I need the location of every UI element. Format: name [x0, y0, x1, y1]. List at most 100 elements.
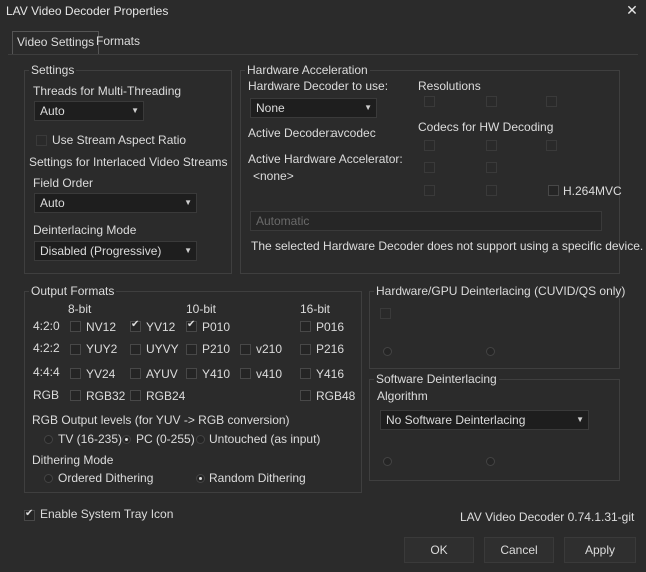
nv12-label: NV12 — [86, 320, 117, 334]
dither-label: Dithering Mode — [32, 453, 114, 467]
rgb32-label: RGB32 — [86, 389, 126, 403]
resolutions-label: Resolutions — [418, 79, 481, 93]
threads-value: Auto — [40, 104, 65, 118]
hw-deint-checkbox[interactable] — [380, 308, 391, 319]
hw-deint-radio[interactable] — [486, 347, 495, 356]
hw-deint-radio[interactable] — [383, 347, 392, 356]
yuy2-label: YUY2 — [86, 342, 118, 356]
col-16bit: 16-bit — [300, 302, 331, 316]
p016-checkbox[interactable] — [300, 321, 311, 332]
untouched-radio[interactable] — [196, 435, 205, 444]
untouched-label: Untouched (as input) — [209, 432, 321, 446]
rgb48-checkbox[interactable] — [300, 390, 311, 401]
y416-label: Y416 — [316, 367, 345, 381]
ayuv-checkbox[interactable] — [130, 368, 141, 379]
interlaced-title: Settings for Interlaced Video Streams — [29, 155, 228, 169]
p010-label: P010 — [202, 320, 231, 334]
h264mvc-label: H.264MVC — [563, 184, 622, 198]
tv-range-radio[interactable] — [44, 435, 53, 444]
hw-deint-title: Hardware/GPU Deinterlacing (CUVID/QS onl… — [374, 284, 628, 298]
nv12-checkbox[interactable] — [70, 321, 81, 332]
codec-checkbox[interactable] — [486, 162, 497, 173]
codec-checkbox[interactable] — [424, 140, 435, 151]
deint-mode-label: Deinterlacing Mode — [33, 223, 137, 237]
chevron-down-icon: ▼ — [576, 415, 584, 424]
sw-algorithm-combo[interactable]: No Software Deinterlacing ▼ — [380, 410, 589, 430]
rgb24-checkbox[interactable] — [130, 390, 141, 401]
codec-checkbox[interactable] — [424, 185, 435, 196]
v210-checkbox[interactable] — [240, 344, 251, 355]
ordered-dither-label: Ordered Dithering — [58, 471, 154, 485]
ayuv-label: AYUV — [146, 367, 178, 381]
p210-label: P210 — [202, 342, 231, 356]
tab-formats[interactable]: Formats — [92, 31, 144, 53]
yuy2-checkbox[interactable] — [70, 344, 81, 355]
tab-video-settings[interactable]: Video Settings — [12, 31, 100, 55]
stream-aspect-checkbox[interactable] — [36, 135, 47, 146]
random-dither-radio[interactable] — [196, 474, 205, 483]
resolution-checkbox[interactable] — [486, 96, 497, 107]
codec-checkbox[interactable] — [486, 185, 497, 196]
row-444: 4:4:4 — [33, 365, 60, 379]
sw-algorithm-value: No Software Deinterlacing — [386, 413, 526, 427]
p210-checkbox[interactable] — [186, 344, 197, 355]
active-accel-label: Active Hardware Accelerator: — [248, 152, 403, 166]
pc-range-radio[interactable] — [122, 435, 131, 444]
active-decoder-value: avcodec — [331, 126, 376, 140]
hw-decoder-combo[interactable]: None ▼ — [250, 98, 377, 118]
hw-deint-group — [369, 291, 620, 369]
uyvy-checkbox[interactable] — [130, 344, 141, 355]
ordered-dither-radio[interactable] — [44, 474, 53, 483]
p010-checkbox[interactable] — [186, 319, 197, 332]
codec-checkbox[interactable] — [424, 162, 435, 173]
threads-label: Threads for Multi-Threading — [33, 84, 182, 98]
yv24-checkbox[interactable] — [70, 368, 81, 379]
uyvy-label: UYVY — [146, 342, 179, 356]
chevron-down-icon: ▼ — [364, 103, 372, 112]
yv12-checkbox[interactable] — [130, 319, 141, 332]
v410-label: v410 — [256, 367, 283, 381]
active-accel-value: <none> — [253, 169, 294, 183]
hw-device-combo[interactable]: Automatic — [250, 211, 602, 231]
pc-range-label: PC (0-255) — [136, 432, 195, 446]
h264mvc-checkbox[interactable] — [548, 185, 559, 196]
hwaccel-title: Hardware Acceleration — [245, 63, 370, 77]
rgb32-checkbox[interactable] — [70, 390, 81, 401]
rgb48-label: RGB48 — [316, 389, 356, 403]
sw-deint-title: Software Deinterlacing — [374, 372, 499, 386]
codec-checkbox[interactable] — [546, 140, 557, 151]
tray-icon-label: Enable System Tray Icon — [40, 507, 174, 521]
active-decoder-label: Active Decoder: — [248, 126, 333, 140]
levels-label: RGB Output levels (for YUV -> RGB conver… — [32, 413, 290, 427]
sw-deint-radio[interactable] — [486, 457, 495, 466]
v410-checkbox[interactable] — [240, 368, 251, 379]
deint-mode-value: Disabled (Progressive) — [40, 244, 162, 258]
sw-deint-radio[interactable] — [383, 457, 392, 466]
deint-mode-combo[interactable]: Disabled (Progressive) ▼ — [34, 241, 197, 261]
p216-checkbox[interactable] — [300, 344, 311, 355]
field-order-value: Auto — [40, 196, 65, 210]
stream-aspect-label: Use Stream Aspect Ratio — [52, 133, 187, 147]
window-title: LAV Video Decoder Properties — [6, 4, 169, 18]
y410-label: Y410 — [202, 367, 231, 381]
y416-checkbox[interactable] — [300, 368, 311, 379]
close-icon[interactable]: ✕ — [624, 2, 640, 18]
threads-combo[interactable]: Auto ▼ — [34, 101, 144, 121]
resolution-checkbox[interactable] — [546, 96, 557, 107]
chevron-down-icon: ▼ — [131, 106, 139, 115]
sw-algorithm-label: Algorithm — [377, 389, 428, 403]
settings-title: Settings — [29, 63, 77, 77]
tray-icon-checkbox[interactable] — [24, 508, 35, 521]
resolution-checkbox[interactable] — [424, 96, 435, 107]
y410-checkbox[interactable] — [186, 368, 197, 379]
row-420: 4:2:0 — [33, 319, 60, 333]
row-rgb: RGB — [33, 388, 60, 402]
codec-checkbox[interactable] — [486, 140, 497, 151]
chevron-down-icon: ▼ — [184, 246, 192, 255]
hw-decoder-label: Hardware Decoder to use: — [248, 79, 389, 93]
p216-label: P216 — [316, 342, 345, 356]
cancel-button[interactable]: Cancel — [484, 537, 554, 563]
ok-button[interactable]: OK — [404, 537, 474, 563]
field-order-combo[interactable]: Auto ▼ — [34, 193, 197, 213]
apply-button[interactable]: Apply — [564, 537, 636, 563]
